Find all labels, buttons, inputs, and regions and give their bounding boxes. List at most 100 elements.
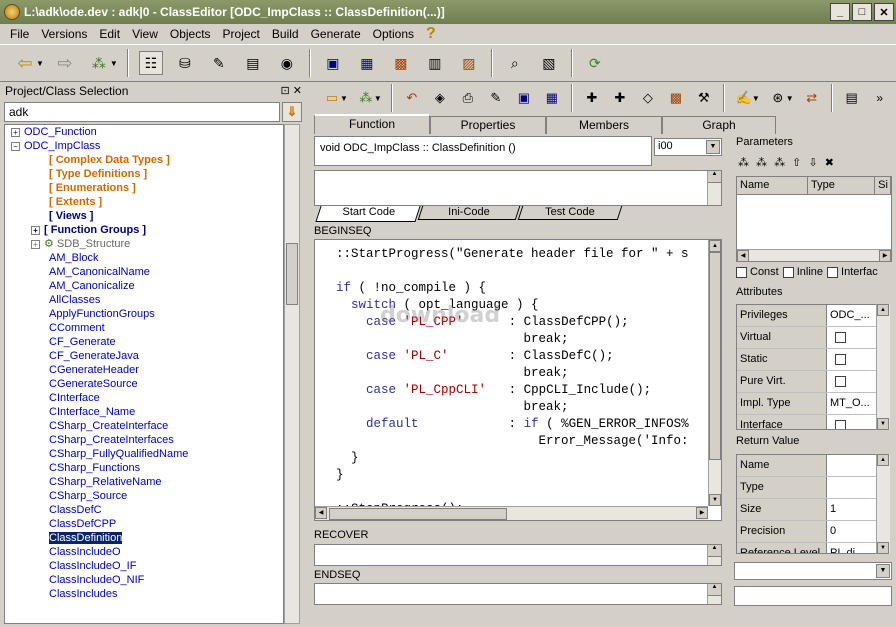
tab-graph[interactable]: Graph (662, 116, 776, 134)
return-row[interactable]: Type (737, 477, 877, 499)
build-icon[interactable]: ▩ (666, 88, 686, 108)
open-folder-icon[interactable]: ▭ (322, 88, 342, 108)
tree-item[interactable]: CGenerateHeader (5, 363, 283, 377)
return-value[interactable]: PI_di... (827, 543, 877, 553)
search-doc-icon[interactable]: ⌕ (503, 51, 527, 75)
view-editor-icon[interactable]: ▦ (355, 51, 379, 75)
inline-check-box[interactable] (782, 266, 794, 278)
attribute-value[interactable] (827, 349, 877, 370)
attribute-value[interactable]: ODC_... (827, 305, 877, 326)
notes-dropdown-icon[interactable]: ▼ (752, 94, 760, 103)
scroll-up-icon[interactable]: ▲ (708, 545, 721, 557)
chevron-down-icon[interactable]: ▼ (876, 564, 890, 578)
expand-icon[interactable]: + (31, 239, 40, 249)
maximize-button[interactable]: □ (852, 3, 872, 21)
tree-item[interactable]: [ Complex Data Types ] (5, 153, 283, 167)
tree-item[interactable]: + ODC_Function (5, 125, 283, 139)
function-comment-box[interactable]: ▲ (314, 170, 722, 206)
close-button[interactable]: ✕ (874, 3, 894, 21)
tab-properties[interactable]: Properties (430, 116, 546, 134)
tree-item[interactable]: CGenerateSource (5, 377, 283, 391)
recover-scrollbar[interactable]: ▲ (707, 545, 721, 565)
return-type-select[interactable]: ▼ (734, 562, 892, 580)
tree-item[interactable]: AM_CanonicalName (5, 265, 283, 279)
return-value[interactable]: 1 (827, 499, 877, 520)
menu-view[interactable]: View (126, 27, 164, 41)
code-horizontal-scrollbar[interactable]: ◀ ▶ (315, 506, 708, 520)
tree-item[interactable]: ClassDefinition (5, 531, 283, 545)
minimize-button[interactable]: _ (830, 3, 850, 21)
tools-icon[interactable]: ⚒ (694, 88, 714, 108)
tree-item[interactable]: AllClasses (5, 293, 283, 307)
app-icon[interactable] (4, 4, 20, 20)
tree-item[interactable]: CF_Generate (5, 335, 283, 349)
resource-icon[interactable]: ▨ (457, 51, 481, 75)
attribute-checkbox[interactable] (835, 419, 846, 429)
parameter-tools-icon[interactable]: ⁂ ⁂ ⁂ ⇧ ⇩ ✖ (738, 156, 836, 169)
scroll-down-icon[interactable]: ▼ (877, 418, 889, 430)
tree-item[interactable]: ClassIncludeO (5, 545, 283, 559)
database-icon[interactable]: ⛁ (173, 51, 197, 75)
implementation-select[interactable]: i00 ▼ (654, 138, 722, 156)
more-chevron-icon[interactable]: » (870, 88, 890, 108)
tab-start-code[interactable]: Start Code (315, 206, 421, 222)
return-row[interactable]: Precision 0 (737, 521, 877, 543)
tree-item[interactable]: [ Enumerations ] (5, 181, 283, 195)
attribute-row[interactable]: Virtual (737, 327, 877, 349)
new-item-icon[interactable]: ✚ (582, 88, 602, 108)
object-dropdown-icon[interactable]: ▼ (110, 59, 118, 68)
attribute-checkbox[interactable] (835, 331, 846, 343)
tree-item[interactable]: AM_Block (5, 251, 283, 265)
attribute-value[interactable] (827, 371, 877, 392)
attribute-row[interactable]: Static (737, 349, 877, 371)
tree-item[interactable]: [ Extents ] (5, 195, 283, 209)
notes-icon[interactable]: ✍ (734, 88, 754, 108)
return-value-table[interactable]: Name Type Size 1 Precision 0 Reference Level PI… (736, 454, 878, 554)
expand-icon[interactable]: + (11, 127, 20, 137)
tree-item[interactable]: ClassDefCPP (5, 517, 283, 531)
tree-item[interactable]: CSharp_FullyQualifiedName (5, 447, 283, 461)
code-editor[interactable]: ::StartProgress("Generate header file fo… (314, 239, 722, 521)
tree-item[interactable]: CInterface (5, 391, 283, 405)
step-dropdown-icon[interactable]: ▼ (786, 94, 794, 103)
code-hscroll-thumb[interactable] (329, 508, 507, 520)
menu-objects[interactable]: Objects (164, 27, 217, 41)
menu-file[interactable]: File (4, 27, 35, 41)
open-dropdown-icon[interactable]: ▼ (340, 94, 348, 103)
object-dropdown-icon[interactable]: ▼ (374, 94, 382, 103)
scroll-down-icon[interactable]: ▼ (709, 494, 721, 506)
class-tree-icon[interactable]: ☷ (138, 51, 163, 75)
endseq-scrollbar[interactable]: ▲ (707, 584, 721, 604)
menu-versions[interactable]: Versions (35, 27, 93, 41)
collapse-icon[interactable]: − (11, 141, 20, 151)
class-icon[interactable]: ▣ (514, 88, 534, 108)
const-check-box[interactable] (736, 266, 747, 278)
parameters-hscrollbar[interactable]: ◀ ▶ (737, 249, 891, 261)
class-editor-icon[interactable]: ▣ (321, 51, 345, 75)
return-value[interactable]: 0 (827, 521, 877, 542)
scroll-left-icon[interactable]: ◀ (315, 507, 327, 519)
tree-item[interactable]: ClassIncludes (5, 587, 283, 601)
attribute-value[interactable] (827, 327, 877, 348)
return-comment-box[interactable] (734, 586, 892, 606)
menu-edit[interactable]: Edit (93, 27, 126, 41)
scroll-right-icon[interactable]: ▶ (879, 250, 891, 261)
forward-arrow-icon[interactable]: ⇨ (53, 51, 77, 75)
tree-item[interactable]: CInterface_Name (5, 405, 283, 419)
back-dropdown-icon[interactable]: ▼ (36, 59, 44, 68)
search-input[interactable] (4, 102, 280, 122)
panel-dock-close-icon[interactable]: ⊡ ✕ (281, 84, 303, 97)
tree-item[interactable]: CSharp_RelativeName (5, 475, 283, 489)
interface-check-box[interactable] (827, 266, 839, 278)
function-signature[interactable]: void ODC_ImpClass :: ClassDefinition () (314, 136, 652, 166)
disk-icon[interactable]: ◉ (275, 51, 299, 75)
attribute-row[interactable]: Pure Virt. (737, 371, 877, 393)
tree-item[interactable]: CF_GenerateJava (5, 349, 283, 363)
return-row[interactable]: Size 1 (737, 499, 877, 521)
attribute-row[interactable]: Privileges ODC_... (737, 305, 877, 327)
attribute-value[interactable] (827, 415, 877, 429)
menu-generate[interactable]: Generate (305, 27, 367, 41)
interface-checkbox[interactable]: Interfac (827, 266, 878, 278)
endseq-code-box[interactable]: ▲ (314, 583, 722, 605)
layers-icon[interactable]: ◈ (430, 88, 450, 108)
